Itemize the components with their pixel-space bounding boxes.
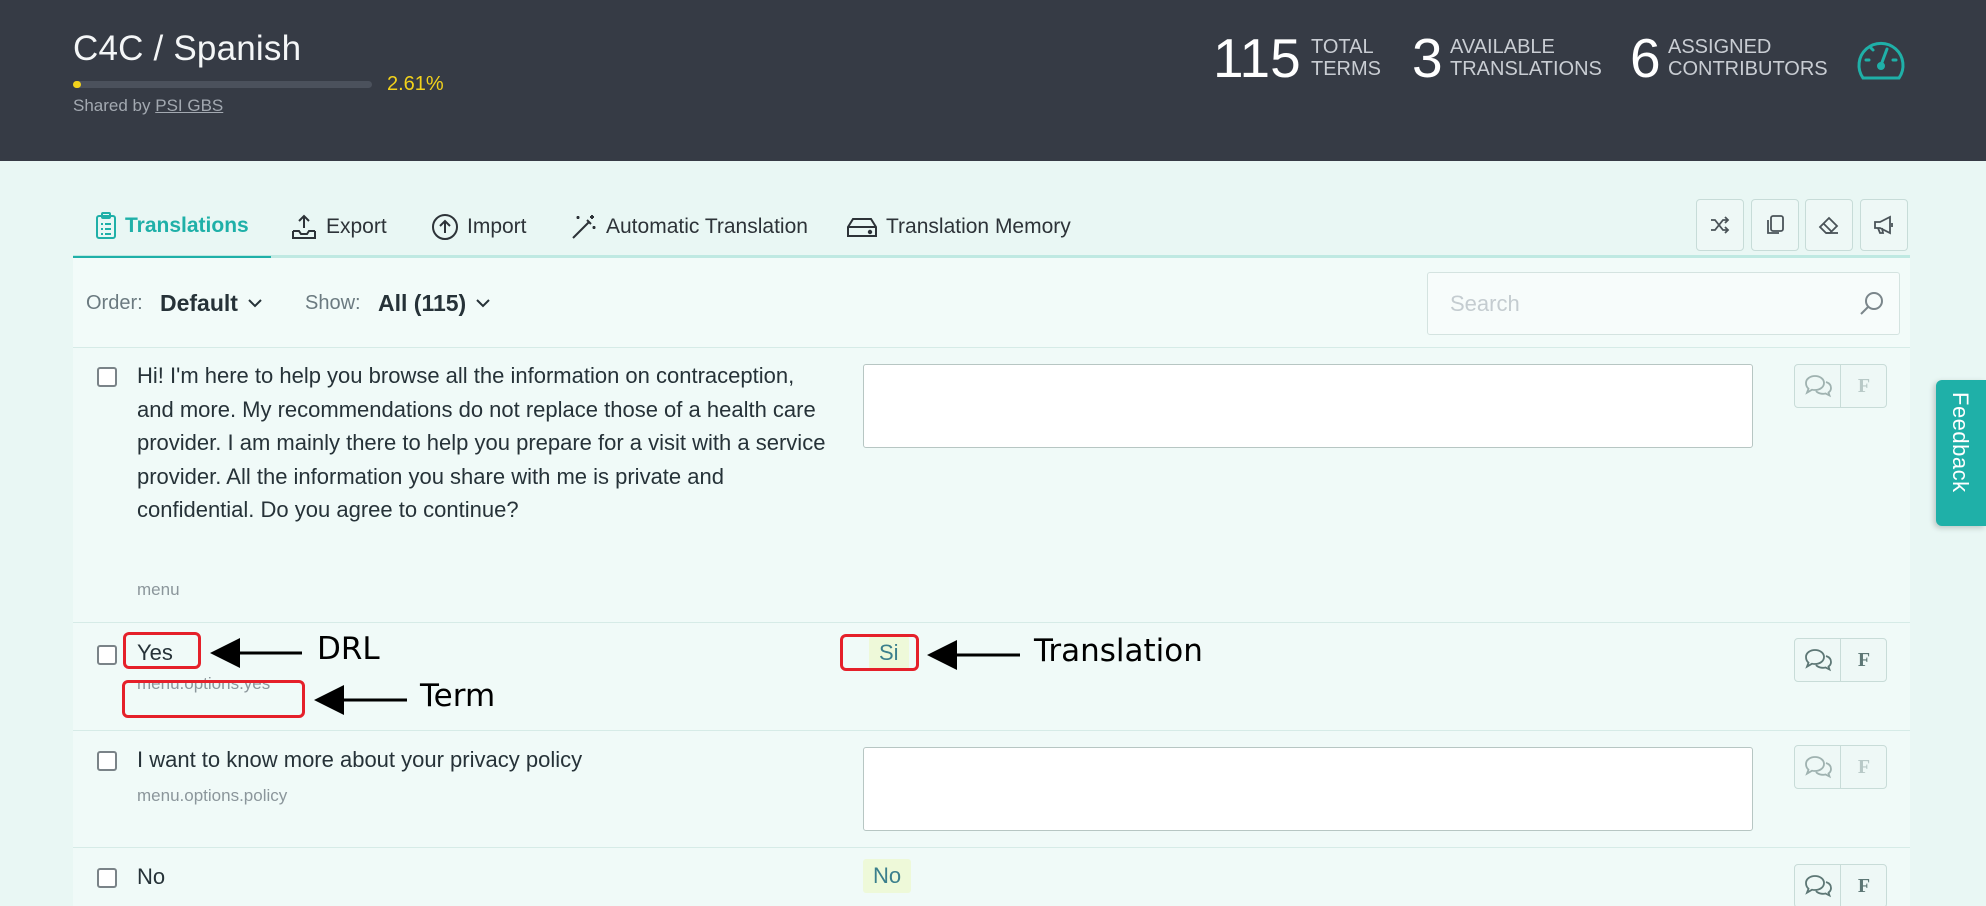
annotation-label-drl: DRL <box>317 631 380 667</box>
row-actions: F <box>1794 364 1887 408</box>
comments-icon <box>1804 875 1832 898</box>
project-header: C4C / Spanish 2.61% Shared by PSI GBS 11… <box>0 0 1986 161</box>
feedback-label: Feedback <box>1948 392 1973 493</box>
row-checkbox[interactable] <box>97 367 117 387</box>
term-source-text: Hi! I'm here to help you browse all the … <box>137 363 826 522</box>
megaphone-icon <box>1874 215 1893 235</box>
term-source-text: No <box>137 864 166 889</box>
shared-by-link[interactable]: PSI GBS <box>155 96 223 115</box>
chevron-down-icon <box>248 299 262 308</box>
tab-translation-memory[interactable]: Translation Memory <box>846 196 1071 258</box>
tab-label: Translation Memory <box>886 215 1071 238</box>
eraser-icon <box>1818 216 1839 234</box>
stat-label: AVAILABLE TRANSLATIONS <box>1450 36 1602 80</box>
comments-icon <box>1804 756 1832 779</box>
translation-value[interactable]: No <box>863 859 912 893</box>
row-actions: F <box>1794 745 1887 789</box>
term-key: menu.options.policy <box>137 786 288 805</box>
comments-button[interactable] <box>1795 365 1841 407</box>
translations-panel: Order: Default Show: All (115) Hi! I'm h… <box>73 258 1910 906</box>
flag-button[interactable]: F <box>1841 639 1887 681</box>
order-value: Default <box>160 290 238 316</box>
tab-import[interactable]: Import <box>431 196 527 258</box>
annotation-label-translation: Translation <box>1034 633 1203 669</box>
tab-bar: Translations Export Import Automatic Tra… <box>73 196 1910 259</box>
tab-export[interactable]: Export <box>290 196 387 258</box>
shuffle-icon <box>1711 216 1730 234</box>
term-row: Hi! I'm here to help you browse all the … <box>73 348 1910 623</box>
show-value: All (115) <box>378 290 467 316</box>
annotation-label-term: Term <box>420 678 496 714</box>
feedback-tab[interactable]: Feedback <box>1936 380 1986 526</box>
magic-wand-icon <box>572 215 596 239</box>
tab-label: Translations <box>125 214 249 237</box>
clipboard-list-icon <box>96 212 116 239</box>
stat-label: ASSIGNED CONTRIBUTORS <box>1668 36 1828 80</box>
progress-bar-fill <box>73 81 81 88</box>
show-dropdown[interactable]: All (115) <box>378 290 490 317</box>
progress-percent: 2.61% <box>387 73 444 95</box>
gauge-icon[interactable] <box>1854 36 1908 82</box>
filter-bar: Order: Default Show: All (115) <box>73 258 1910 348</box>
tab-translations[interactable]: Translations <box>73 196 271 259</box>
hard-drive-icon <box>847 218 877 237</box>
copy-button[interactable] <box>1751 199 1799 251</box>
stat-value: 3 <box>1412 27 1443 89</box>
chevron-down-icon <box>476 299 490 308</box>
term-row: No No F <box>73 848 1910 906</box>
row-actions: F <box>1794 638 1887 682</box>
search-box <box>1427 272 1900 335</box>
shuffle-button[interactable] <box>1696 199 1744 251</box>
row-checkbox[interactable] <box>97 645 117 665</box>
annotation-box-drl <box>123 632 201 669</box>
shared-by: Shared by PSI GBS <box>73 96 223 116</box>
row-checkbox[interactable] <box>97 868 117 888</box>
row-actions: F <box>1794 864 1887 906</box>
row-checkbox[interactable] <box>97 751 117 771</box>
order-dropdown[interactable]: Default <box>160 290 262 317</box>
upload-circle-icon <box>432 214 458 240</box>
translation-input[interactable] <box>863 364 1753 448</box>
comments-button[interactable] <box>1795 865 1841 906</box>
stat-label: TOTAL TERMS <box>1311 36 1381 80</box>
term-source-text: I want to know more about your privacy p… <box>137 747 583 772</box>
flag-button[interactable]: F <box>1841 746 1887 788</box>
search-input[interactable] <box>1428 273 1848 334</box>
stat-value: 115 <box>1213 27 1301 89</box>
term-row: I want to know more about your privacy p… <box>73 731 1910 848</box>
megaphone-button[interactable] <box>1860 199 1908 251</box>
search-icon[interactable] <box>1859 290 1885 316</box>
show-label: Show: <box>305 292 361 314</box>
comments-button[interactable] <box>1795 746 1841 788</box>
eraser-button[interactable] <box>1805 199 1853 251</box>
comments-icon <box>1804 649 1832 672</box>
tab-label: Export <box>326 215 387 238</box>
translation-input[interactable] <box>863 747 1753 831</box>
tab-label: Import <box>467 215 527 238</box>
tab-automatic-translation[interactable]: Automatic Translation <box>570 196 808 258</box>
term-key: menu <box>137 580 180 599</box>
shared-by-prefix: Shared by <box>73 96 151 115</box>
comments-button[interactable] <box>1795 639 1841 681</box>
copy-icon <box>1767 215 1784 234</box>
annotation-box-term <box>122 680 305 718</box>
order-label: Order: <box>86 292 143 314</box>
progress-bar <box>73 81 372 88</box>
flag-button[interactable]: F <box>1841 365 1887 407</box>
tab-label: Automatic Translation <box>606 215 808 238</box>
annotation-box-translation <box>840 634 919 671</box>
comments-icon <box>1804 375 1832 398</box>
project-title: C4C / Spanish <box>73 29 302 68</box>
stat-value: 6 <box>1630 27 1661 89</box>
export-tray-icon <box>292 214 316 239</box>
flag-button[interactable]: F <box>1841 865 1887 906</box>
